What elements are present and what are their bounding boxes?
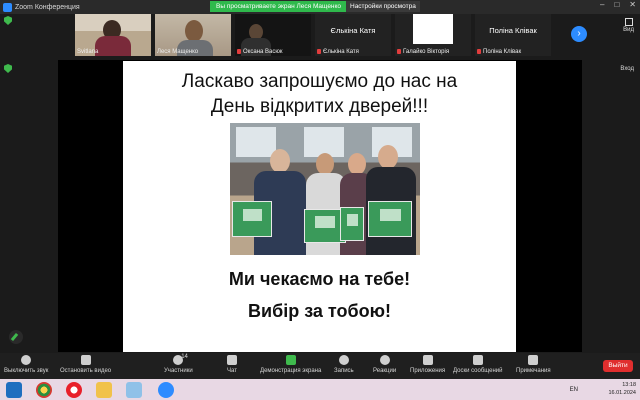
chat-bubble-icon — [227, 355, 237, 365]
next-page-button[interactable]: › — [571, 26, 587, 42]
participant-name: Галайко Вікторія — [397, 49, 449, 55]
opera-icon[interactable] — [66, 382, 82, 398]
participant-tile[interactable]: Svitlana — [75, 14, 151, 56]
slide-subheading: Ми чекаємо на тебе! — [228, 269, 411, 289]
share-screen-button[interactable]: Демонстрация экрана — [260, 355, 321, 374]
participant-name: Svitlana — [77, 49, 99, 55]
chrome-icon[interactable] — [36, 382, 52, 398]
participant-name: Поліна Клівак — [477, 49, 521, 55]
window-title: Zoom Конференция — [15, 3, 80, 11]
chat-button[interactable]: Чат — [227, 355, 237, 374]
whiteboard-icon — [472, 355, 483, 365]
view-options-button[interactable]: Настройки просмотра — [346, 1, 420, 12]
avatar — [185, 20, 203, 42]
booklet — [368, 201, 412, 237]
video-camera-icon — [80, 355, 91, 365]
screen-share-banner: Вы просматриваете экран Леся Мащенко — [210, 1, 348, 12]
minimize-icon[interactable]: – — [600, 0, 604, 9]
record-icon — [338, 355, 349, 365]
zoom-logo-icon — [3, 2, 12, 12]
mic-off-icon — [397, 49, 401, 54]
share-screen-icon — [285, 355, 296, 365]
participant-name: Оксана Васюк — [237, 49, 282, 55]
reactions-button[interactable]: Реакции — [373, 355, 396, 374]
zoom-taskbar-icon[interactable] — [158, 382, 174, 398]
windows-taskbar: EN 13:18 16.01.2024 — [0, 379, 640, 400]
folder-icon[interactable] — [96, 382, 112, 398]
stop-video-button[interactable]: Остановить видео — [60, 355, 111, 374]
exit-fullscreen-button[interactable]: Вход — [620, 66, 634, 72]
title-bar: Zoom Конференция Вы просматриваете экран… — [0, 0, 640, 14]
participant-tile[interactable]: Оксана Васюк — [235, 14, 311, 56]
participant-big-name: Поліна Клівак — [489, 26, 537, 35]
booklet — [232, 201, 272, 237]
clock-time: 13:18 — [622, 382, 636, 388]
close-icon[interactable]: ✕ — [629, 0, 636, 9]
slide-tagline: Вибір за тобою! — [248, 301, 391, 321]
participant-name: Леся Мащенко — [157, 49, 199, 55]
annotate-pencil-icon[interactable] — [9, 330, 23, 344]
record-button[interactable]: Запись — [334, 355, 354, 374]
booklet — [340, 207, 364, 241]
grid-icon — [624, 18, 633, 26]
windows-start-icon[interactable] — [6, 382, 22, 398]
notes-button[interactable]: Примечания — [516, 355, 551, 374]
language-indicator[interactable]: EN — [570, 386, 578, 394]
meeting-toolbar: Выключить звук Остановить видео 14 Участ… — [0, 353, 640, 379]
apps-button[interactable]: Приложения — [410, 355, 445, 374]
slide-heading: Ласкаво запрошуємо до нас на День відкри… — [181, 71, 458, 117]
mute-button[interactable]: Выключить звук — [4, 355, 48, 374]
participant-tile[interactable]: Єлькіна Катя Єлькіна Катя — [315, 14, 391, 56]
maximize-icon[interactable]: □ — [614, 0, 619, 9]
participant-tile[interactable]: Галайко Вікторія — [395, 14, 471, 56]
clock-date: 16.01.2024 — [608, 390, 636, 396]
whiteboards-button[interactable]: Доски сообщений — [453, 355, 503, 374]
participant-tile[interactable]: Поліна Клівак Поліна Клівак — [475, 14, 551, 56]
participant-tile[interactable]: Леся Мащенко — [155, 14, 231, 56]
zoom-window: Zoom Конференция Вы просматриваете экран… — [0, 0, 640, 400]
mic-off-icon — [477, 49, 481, 54]
smiley-icon — [379, 355, 390, 365]
notes-icon — [528, 355, 539, 365]
shield-icon — [4, 64, 12, 73]
window-controls: – □ ✕ — [600, 0, 636, 9]
participants-count: 14 — [181, 354, 188, 360]
students-photo — [230, 123, 420, 255]
paint-icon[interactable] — [126, 382, 142, 398]
video-feed — [413, 14, 453, 44]
system-tray: EN 13:18 16.01.2024 — [570, 381, 636, 397]
participants-button[interactable]: 14 Участники — [164, 354, 193, 374]
leave-button[interactable]: Выйти — [603, 360, 633, 372]
microphone-icon — [21, 355, 32, 365]
participant-name: Єлькіна Катя — [317, 49, 359, 55]
presentation-slide: Ласкаво запрошуємо до нас на День відкри… — [123, 61, 516, 352]
participant-big-name: Єлькіна Катя — [330, 26, 376, 35]
participant-thumbnails: Svitlana Леся Мащенко Оксана Васюк Єлькі… — [75, 14, 575, 58]
mic-off-icon — [317, 49, 321, 54]
mic-off-icon — [237, 49, 241, 54]
security-shield-icon[interactable] — [4, 16, 12, 25]
view-button[interactable]: Вид — [623, 18, 634, 33]
apps-grid-icon — [422, 355, 433, 365]
